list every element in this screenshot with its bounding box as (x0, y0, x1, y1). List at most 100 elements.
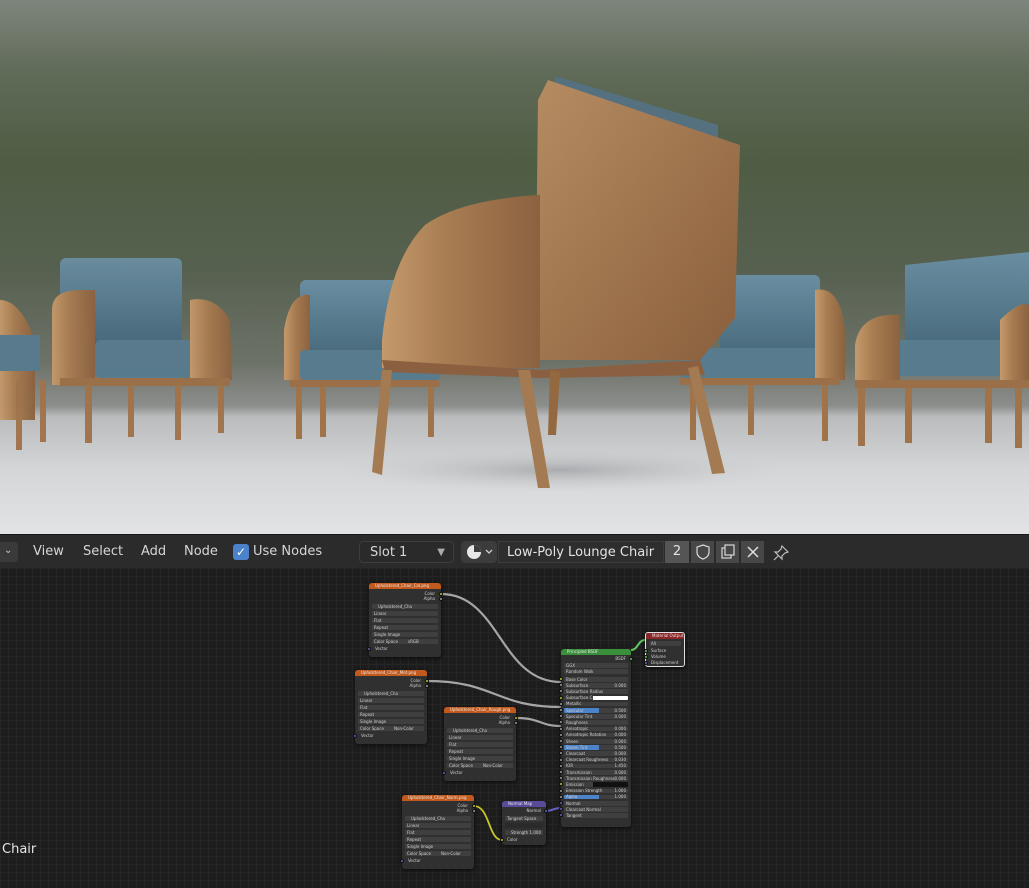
subsurface-method-dropdown[interactable]: Random Walk (564, 669, 628, 674)
bsdf-input-socket[interactable] (559, 788, 563, 793)
bsdf-input-row[interactable]: Metallic (564, 701, 628, 707)
bsdf-input-row[interactable]: Subsurface 0.000 (564, 683, 628, 688)
bsdf-input-row[interactable]: Specular Tint 0.000 (564, 714, 628, 719)
bsdf-input-socket[interactable] (559, 739, 563, 743)
bsdf-input-row[interactable]: Subsurface C... (564, 695, 628, 701)
bsdf-input-socket[interactable] (559, 720, 563, 725)
socket-alpha-out[interactable] (425, 684, 429, 688)
unlink-material-button[interactable] (740, 541, 764, 563)
socket-color-out[interactable] (425, 679, 429, 683)
bsdf-input-socket[interactable] (559, 677, 563, 681)
bsdf-input-row[interactable]: Clearcoat Roughness 0.030 (564, 757, 628, 763)
material-browse-button[interactable] (461, 541, 497, 563)
projection-dropdown[interactable]: Flat (358, 705, 424, 710)
socket-surface-in[interactable] (644, 649, 648, 653)
bsdf-input-socket[interactable] (559, 714, 563, 719)
menu-select[interactable]: Select (83, 543, 123, 561)
bsdf-input-socket[interactable] (559, 701, 563, 706)
bsdf-input-row[interactable]: Clearcoat 0.000 (564, 751, 628, 756)
menu-add[interactable]: Add (141, 543, 166, 561)
colorspace-dropdown[interactable]: Color Space Non-Color (405, 851, 471, 856)
extension-dropdown[interactable]: Repeat (358, 712, 424, 717)
bsdf-input-socket[interactable] (559, 695, 563, 700)
bsdf-input-socket[interactable] (559, 763, 563, 768)
source-dropdown[interactable]: Single Image (358, 719, 424, 724)
extension-dropdown[interactable]: Repeat (405, 837, 471, 842)
menu-node[interactable]: Node (184, 543, 218, 561)
socket-displacement-in[interactable] (644, 661, 648, 665)
uvmap-field[interactable] (505, 823, 543, 828)
socket-volume-in[interactable] (644, 655, 648, 659)
socket-color-in[interactable] (500, 838, 504, 842)
bsdf-input-socket[interactable] (559, 801, 563, 805)
bsdf-input-row[interactable]: Sheen Tint 0.500 (564, 745, 628, 750)
interpolation-dropdown[interactable]: Linear (358, 698, 424, 703)
socket-normal-out[interactable] (544, 809, 548, 813)
image-selector[interactable]: Upholstered_Cha (358, 691, 424, 696)
duplicate-material-button[interactable] (715, 541, 739, 563)
image-texture-node-roughness[interactable]: Upholstered_Chair_Rough.png Color Alpha … (442, 707, 518, 781)
bsdf-input-row[interactable]: Base Color (564, 677, 628, 682)
target-dropdown[interactable]: All (649, 641, 681, 646)
bsdf-input-row[interactable]: Alpha 1.000 (564, 794, 628, 800)
image-selector[interactable]: Upholstered_Cha (405, 816, 471, 821)
projection-dropdown[interactable]: Flat (372, 618, 438, 623)
bsdf-input-socket[interactable] (559, 745, 563, 750)
bsdf-input-socket[interactable] (559, 751, 563, 756)
fake-user-button[interactable] (690, 541, 714, 563)
bsdf-input-row[interactable]: Anisotropic 0.000 (564, 726, 628, 732)
bsdf-input-row[interactable]: Normal (564, 801, 628, 806)
node-editor-canvas[interactable]: Upholstered_Chair_Col.png Color Alpha Up… (0, 568, 1029, 888)
material-output-node[interactable]: Material Output All Surface Volume Displ… (644, 632, 685, 667)
socket-color-out[interactable] (472, 804, 476, 808)
socket-vector-in[interactable] (353, 734, 357, 738)
colorspace-dropdown[interactable]: Color Space Non-Color (358, 726, 424, 731)
bsdf-input-row[interactable]: IOR 1.450 (564, 763, 628, 769)
bsdf-input-socket[interactable] (559, 757, 563, 762)
extension-dropdown[interactable]: Repeat (372, 625, 438, 630)
projection-dropdown[interactable]: Flat (447, 742, 513, 747)
bsdf-input-socket[interactable] (559, 776, 563, 781)
image-texture-node-color[interactable]: Upholstered_Chair_Col.png Color Alpha Up… (367, 583, 443, 657)
bsdf-input-socket[interactable] (559, 813, 563, 818)
source-dropdown[interactable]: Single Image (447, 756, 513, 761)
bsdf-input-row[interactable]: Subsurface Radius (564, 689, 628, 694)
bsdf-input-row[interactable]: Tangent (564, 813, 628, 818)
source-dropdown[interactable]: Single Image (372, 632, 438, 637)
extension-dropdown[interactable]: Repeat (447, 749, 513, 754)
bsdf-input-row[interactable]: Specular 0.500 (564, 708, 628, 713)
bsdf-input-row[interactable]: Transmission Roughness 0.000 (564, 776, 628, 781)
bsdf-input-socket[interactable] (559, 770, 563, 774)
bsdf-input-row[interactable]: Roughness (564, 720, 628, 725)
bsdf-input-row[interactable]: Sheen 0.000 (564, 739, 628, 744)
interpolation-dropdown[interactable]: Linear (447, 735, 513, 740)
image-selector[interactable]: Upholstered_Cha (372, 604, 438, 609)
socket-vector-in[interactable] (367, 647, 371, 651)
image-selector[interactable]: Upholstered_Cha (447, 728, 513, 733)
projection-dropdown[interactable]: Flat (405, 830, 471, 835)
pin-button[interactable] (772, 544, 790, 562)
colorspace-dropdown[interactable]: Color Space sRGB (372, 639, 438, 644)
normal-map-node[interactable]: Normal Map Normal Tangent Space Strength… (500, 801, 548, 845)
bsdf-input-row[interactable]: Emission (564, 782, 628, 787)
image-texture-node-normal[interactable]: Upholstered_Chair_Norm.png Color Alpha U… (400, 795, 476, 869)
image-texture-node-metallic[interactable]: Upholstered_Chair_Met.png Color Alpha Up… (353, 670, 429, 744)
socket-vector-in[interactable] (400, 859, 404, 863)
socket-color-out[interactable] (439, 592, 443, 596)
bsdf-input-row[interactable]: Clearcoat Normal (564, 807, 628, 812)
bsdf-input-row[interactable]: Transmission 0.000 (564, 770, 628, 775)
bsdf-input-socket[interactable] (559, 782, 563, 787)
interpolation-dropdown[interactable]: Linear (372, 611, 438, 616)
bsdf-input-row[interactable]: Emission Strength 1.000 (564, 788, 628, 794)
space-dropdown[interactable]: Tangent Space (505, 816, 543, 821)
bsdf-input-row[interactable]: Anisotropic Rotation 0.000 (564, 732, 628, 738)
colorspace-dropdown[interactable]: Color Space Non-Color (447, 763, 513, 768)
menu-view[interactable]: View (33, 543, 64, 561)
bsdf-input-socket[interactable] (559, 689, 563, 694)
slot-dropdown[interactable]: Slot 1 ▼ (359, 541, 454, 563)
socket-bsdf-out[interactable] (629, 657, 633, 661)
interpolation-dropdown[interactable]: Linear (405, 823, 471, 828)
use-nodes-checkbox[interactable]: ✓ (233, 544, 249, 560)
socket-alpha-out[interactable] (514, 721, 518, 725)
principled-bsdf-node[interactable]: Principled BSDF BSDF GGX Random Walk Bas… (559, 649, 633, 827)
